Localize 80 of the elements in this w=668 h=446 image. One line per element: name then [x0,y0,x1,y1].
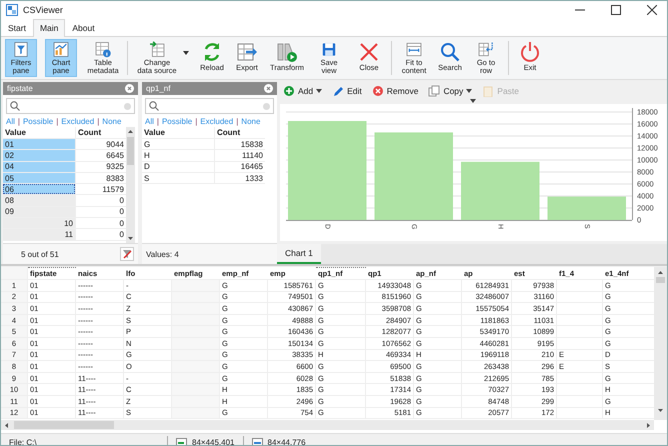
scroll-down-icon[interactable] [128,237,133,240]
close-icon [358,41,380,63]
value-cell[interactable]: 01 [3,139,75,150]
value-cell[interactable]: 11 [3,229,75,240]
link-separator: | [156,117,159,126]
grid-icon [6,4,18,16]
filter-link[interactable]: None [241,117,260,126]
toolbar-button[interactable]: Edit [332,84,362,97]
value-cell[interactable]: 02 [3,150,75,161]
filter-link[interactable]: Possible [22,117,54,126]
count-cell: 11140 [214,150,265,161]
dropdown-caret-icon[interactable] [183,51,189,55]
clipboard-icon [482,84,494,97]
scroll-right-icon[interactable] [647,422,650,428]
column-header: Count [214,127,265,138]
scroll-left-icon[interactable] [5,422,8,428]
pane-title: qp1_nf [146,84,170,93]
clear-filter-button[interactable] [120,247,134,261]
search-field[interactable] [6,98,135,114]
link-separator: | [56,117,58,126]
link-separator: | [195,117,198,126]
caret-icon [466,88,472,93]
pencil-icon [332,84,344,97]
link-separator: | [18,117,20,126]
filter-summary: 5 out of 51 [20,250,59,258]
value-cell[interactable]: 05 [3,172,75,184]
filter-clear-icon [122,249,132,259]
filter-link[interactable]: None [102,117,122,126]
toolbar-button[interactable]: Copy [428,84,472,97]
value-cell[interactable]: S [142,172,214,184]
add-icon [283,84,295,97]
ribbon-tab[interactable]: Start [1,19,33,36]
filter-link[interactable]: Possible [162,117,192,126]
value-cell[interactable]: D [142,162,214,172]
search-field[interactable] [145,98,274,114]
column-header: Value [143,127,166,138]
file-path: File: C:\ [9,438,38,445]
caret-icon [316,88,322,93]
remove-icon [372,84,384,97]
search-icon [149,101,159,111]
toolbar-button[interactable]: Add [283,84,322,97]
value-cell[interactable]: 04 [3,162,75,172]
pane-title: fipstate [7,84,33,93]
count-cell: 15838 [214,139,265,150]
link-separator: | [236,117,238,126]
maximize-icon[interactable] [611,4,621,14]
vertical-scrollbar[interactable] [654,267,667,420]
scroll-up-icon[interactable] [658,271,663,274]
scrollbar-thumb[interactable] [14,421,114,429]
toolbar-button[interactable]: Remove [372,84,418,97]
export-icon [236,41,258,63]
count-cell: 1333 [214,172,265,184]
column-header: Value [4,127,27,138]
value-cell[interactable]: H [142,150,214,161]
copy-icon [428,84,440,97]
scroll-up-icon[interactable] [128,130,133,133]
transform-icon [276,41,298,63]
count-cell: 16465 [214,162,265,172]
scrollbar-thumb[interactable] [127,137,134,165]
chart-tab[interactable]: Chart 1 [277,244,321,264]
search-icon [439,41,461,63]
value-cell[interactable]: 10 [3,218,75,228]
value-cell[interactable]: G [142,139,214,150]
scrollbar-thumb[interactable] [656,277,665,283]
value-cell[interactable]: 09 [3,206,75,218]
scroll-down-icon[interactable] [658,409,663,412]
vertical-scrollbar[interactable] [126,127,135,243]
ribbon-tab[interactable]: About [65,19,102,36]
ribbon-tab[interactable]: Main [32,19,66,37]
value-cell[interactable]: 08 [3,195,75,206]
link-separator: | [97,117,100,126]
value-cell[interactable]: 06 [3,184,75,194]
window-title: CSViewer [23,4,63,14]
close-icon[interactable] [647,4,657,14]
horizontal-scrollbar[interactable] [1,420,654,430]
rows-icon [176,438,187,445]
filter-summary: Values: 4 [146,250,179,258]
power-icon [519,41,541,63]
columns-icon [252,438,262,445]
search-icon [10,101,20,111]
